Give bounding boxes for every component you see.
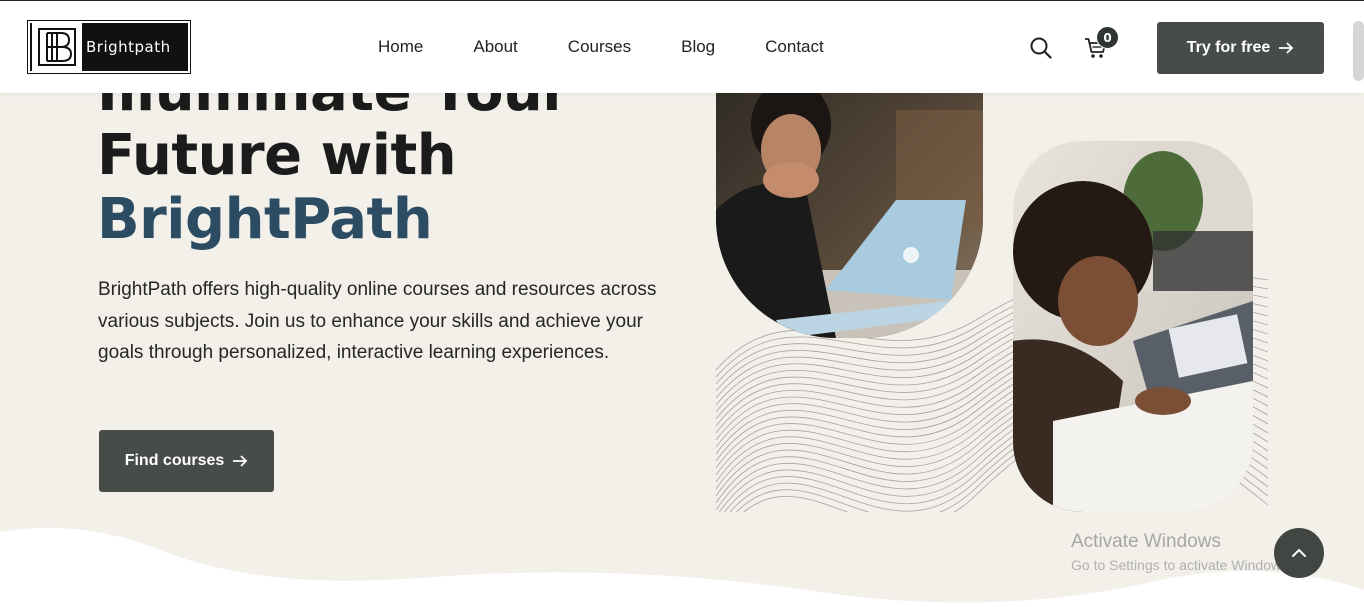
try-for-free-label: Try for free	[1186, 39, 1271, 56]
nav-item-contact[interactable]: Contact	[765, 37, 824, 57]
hero-title-line-3: BrightPath	[97, 187, 433, 252]
brand-logo[interactable]: Brightpath	[27, 20, 191, 74]
scroll-to-top-button[interactable]	[1274, 528, 1324, 578]
activate-windows-subtitle: Go to Settings to activate Windows.	[1071, 557, 1292, 573]
nav-item-home[interactable]: Home	[378, 37, 423, 57]
student-writing-image	[1013, 141, 1253, 512]
cart-count-badge: 0	[1096, 26, 1119, 49]
arrow-right-icon	[1279, 42, 1294, 54]
brand-name: Brightpath	[86, 38, 171, 56]
find-courses-button[interactable]: Find courses	[99, 430, 274, 492]
chevron-up-icon	[1292, 548, 1306, 557]
hero-description: BrightPath offers high-quality online co…	[98, 279, 657, 364]
find-courses-label: Find courses	[124, 452, 225, 469]
scrollbar[interactable]	[1353, 21, 1364, 81]
main-nav: Home About Courses Blog Contact	[378, 37, 874, 57]
search-icon[interactable]	[1030, 37, 1052, 59]
activate-windows-title: Activate Windows	[1071, 531, 1221, 552]
nav-item-about[interactable]: About	[473, 37, 517, 57]
hero-title-line-2: Future with	[97, 123, 457, 188]
student-laptop-image	[716, 70, 983, 338]
nav-item-courses[interactable]: Courses	[568, 37, 631, 57]
site-header: Brightpath Home About Courses Blog Conta…	[0, 0, 1364, 93]
logo-icon	[32, 23, 82, 71]
arrow-right-icon	[233, 455, 248, 467]
try-for-free-button[interactable]: Try for free	[1157, 22, 1324, 74]
nav-item-blog[interactable]: Blog	[681, 37, 715, 57]
